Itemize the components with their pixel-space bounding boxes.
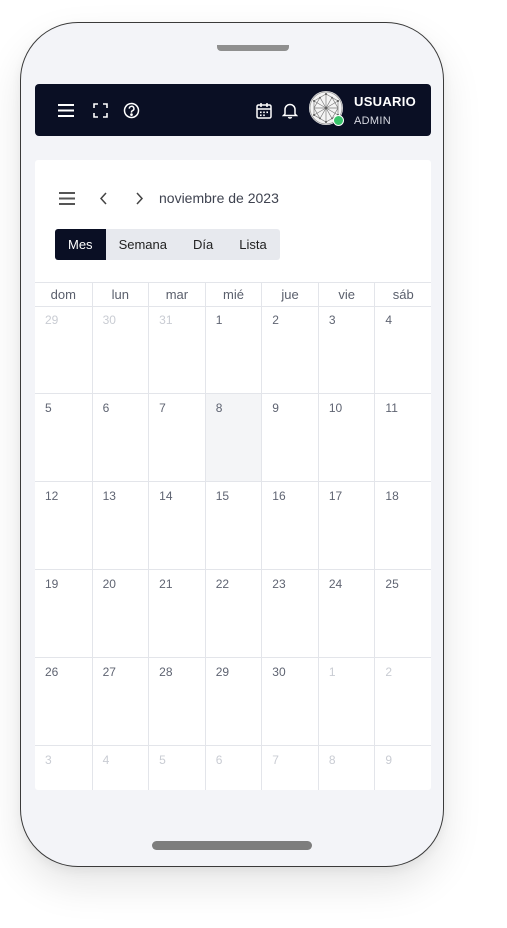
- day-cell[interactable]: 10: [317, 394, 375, 482]
- day-cell[interactable]: 7: [148, 394, 205, 482]
- view-week-button[interactable]: Semana: [105, 229, 180, 260]
- day-cell[interactable]: 1: [317, 658, 375, 746]
- day-cell[interactable]: 9: [261, 394, 318, 482]
- day-cell[interactable]: 2: [261, 306, 318, 394]
- weekday-sat: sáb: [374, 283, 431, 306]
- month-title: noviembre de 2023: [159, 190, 279, 206]
- day-cell[interactable]: 2: [374, 658, 431, 746]
- day-cell[interactable]: 23: [261, 570, 318, 658]
- day-cell[interactable]: 20: [91, 570, 149, 658]
- chevron-left-icon[interactable]: [95, 190, 111, 206]
- phone-frame: USUARIO ADMIN noviembre de 2023 Mes Sema…: [20, 22, 444, 867]
- day-cell[interactable]: 6: [204, 746, 262, 790]
- day-cell[interactable]: 9: [374, 746, 431, 790]
- day-cell[interactable]: 4: [91, 746, 149, 790]
- day-cell[interactable]: 5: [35, 394, 92, 482]
- view-day-button[interactable]: Día: [179, 229, 227, 260]
- day-cell[interactable]: 19: [35, 570, 92, 658]
- phone-notch: [217, 45, 289, 51]
- day-cell[interactable]: 6: [91, 394, 149, 482]
- day-cell[interactable]: 3: [35, 746, 92, 790]
- day-cell[interactable]: 7: [261, 746, 318, 790]
- day-cell-today[interactable]: 8: [204, 394, 262, 482]
- bell-icon[interactable]: [278, 98, 302, 122]
- menu-icon[interactable]: [54, 98, 78, 122]
- view-list-button[interactable]: Lista: [226, 229, 280, 260]
- user-role: ADMIN: [354, 115, 391, 127]
- day-cell[interactable]: 12: [35, 482, 92, 570]
- day-cell[interactable]: 28: [148, 658, 205, 746]
- user-name[interactable]: USUARIO: [354, 94, 416, 109]
- day-cell[interactable]: 22: [204, 570, 262, 658]
- day-cell[interactable]: 27: [91, 658, 149, 746]
- day-cell[interactable]: 30: [91, 306, 149, 394]
- top-navbar: USUARIO ADMIN: [35, 84, 431, 136]
- weekday-wed: mié: [204, 283, 262, 306]
- day-cell[interactable]: 4: [374, 306, 431, 394]
- weekday-tue: mar: [148, 283, 205, 306]
- day-cell[interactable]: 13: [91, 482, 149, 570]
- view-month-button[interactable]: Mes: [55, 229, 106, 260]
- day-cell[interactable]: 26: [35, 658, 92, 746]
- day-cell[interactable]: 30: [261, 658, 318, 746]
- weekday-mon: lun: [91, 283, 149, 306]
- home-indicator: [152, 841, 312, 850]
- calendar-menu-icon[interactable]: [57, 190, 77, 206]
- month-grid: 29 30 31 1 2 3 4 5 6 7 8 9 10 11 12 13 14 15 16 17 18 19 20 21 2…: [35, 306, 431, 790]
- day-cell[interactable]: 17: [317, 482, 375, 570]
- day-cell[interactable]: 3: [317, 306, 375, 394]
- day-cell[interactable]: 16: [261, 482, 318, 570]
- day-cell[interactable]: 29: [35, 306, 92, 394]
- weekday-fri: vie: [317, 283, 375, 306]
- online-status-dot: [333, 115, 344, 126]
- day-cell[interactable]: 5: [148, 746, 205, 790]
- day-cell[interactable]: 18: [374, 482, 431, 570]
- day-cell[interactable]: 29: [204, 658, 262, 746]
- weekday-header: dom lun mar mié jue vie sáb: [35, 282, 431, 307]
- day-cell[interactable]: 25: [374, 570, 431, 658]
- day-cell[interactable]: 11: [374, 394, 431, 482]
- day-cell[interactable]: 15: [204, 482, 262, 570]
- weekday-thu: jue: [261, 283, 318, 306]
- help-icon[interactable]: [119, 98, 143, 122]
- weekday-sun: dom: [50, 287, 76, 302]
- day-cell[interactable]: 31: [148, 306, 205, 394]
- day-cell[interactable]: 21: [148, 570, 205, 658]
- day-cell[interactable]: 8: [317, 746, 375, 790]
- calendar-icon[interactable]: [252, 98, 276, 122]
- day-cell[interactable]: 24: [317, 570, 375, 658]
- day-cell[interactable]: 1: [204, 306, 262, 394]
- chevron-right-icon[interactable]: [131, 190, 147, 206]
- view-switcher: Mes Semana Día Lista: [55, 229, 280, 260]
- fullscreen-icon[interactable]: [88, 98, 112, 122]
- day-cell[interactable]: 14: [148, 482, 205, 570]
- calendar-card: noviembre de 2023 Mes Semana Día Lista d…: [35, 160, 431, 790]
